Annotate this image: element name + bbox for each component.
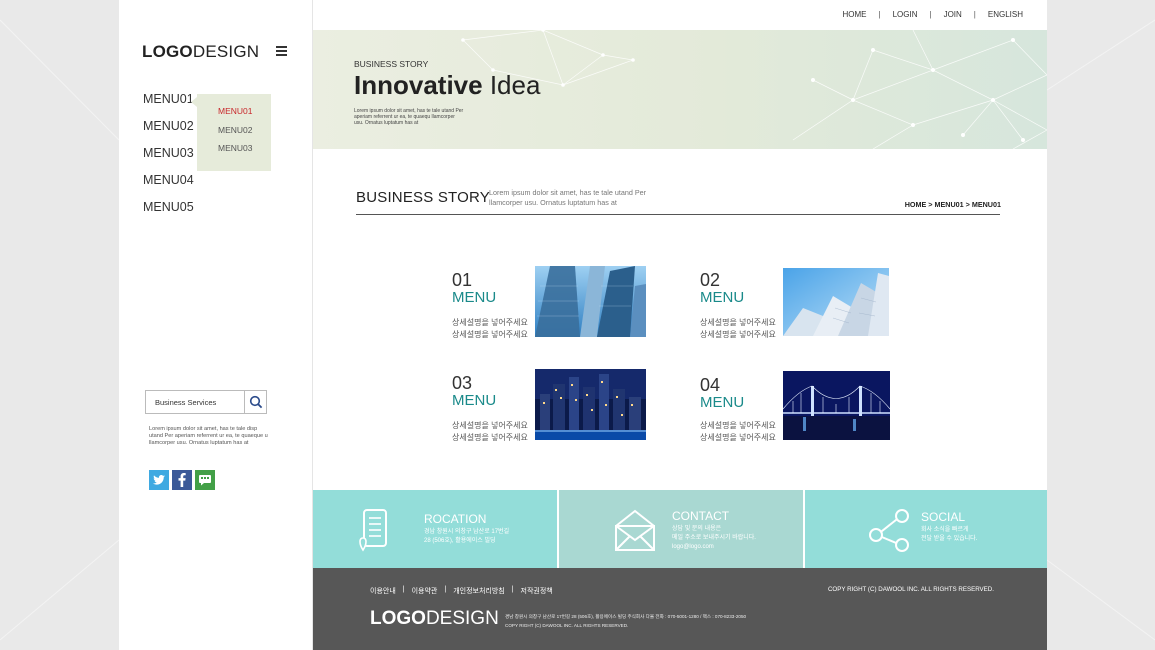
menu-card-2[interactable]: 02 MENU 상세설명을 넣어주세요 상세설명을 넣어주세요 (700, 266, 896, 342)
menu-item-4[interactable]: MENU04 (143, 173, 194, 200)
apartment-towers-photo (783, 268, 889, 336)
footer-link-copyright[interactable]: 저작권정책 (521, 586, 553, 596)
hero-title-light: Idea (482, 70, 541, 100)
info-text: 경남 창원시 의창구 남산로 17번길 28 (506호), 활용에이스 빌딩 (424, 529, 510, 544)
info-box-location[interactable]: ROCATION 경남 창원시 의창구 남산로 17번길 28 (506호), … (313, 490, 557, 568)
location-document-icon (359, 509, 387, 552)
nav-english-link[interactable]: ENGLISH (988, 10, 1023, 19)
footer-address-line: 경남 창원시 의창구 남산로 17번길 28 (506호), 활용에이스 빌딩 … (505, 614, 747, 619)
nav-home-link[interactable]: HOME (843, 10, 867, 19)
facebook-icon[interactable] (172, 470, 192, 490)
skyscrapers-up-photo (535, 266, 646, 337)
footer-logo-bold: LOGO (370, 608, 426, 629)
logo-bold: LOGO (142, 42, 193, 61)
search-button[interactable] (245, 390, 267, 414)
sidebar: LOGODESIGN MENU01 MENU02 MENU03 MENU04 M… (119, 0, 313, 650)
hamburger-menu-icon[interactable] (276, 46, 287, 56)
card-desc-line2: 상세설명을 넣어주세요 (700, 330, 776, 339)
menu-card-4[interactable]: 04 MENU 상세설명을 넣어주세요 상세설명을 넣어주세요 (700, 371, 896, 447)
footer-separator: | (402, 586, 405, 593)
hero-banner: BUSINESS STORY Innovative Idea Lorem ips… (313, 30, 1047, 149)
card-desc-line1: 상세설명을 넣어주세요 (700, 421, 776, 430)
menu-item-1[interactable]: MENU01 (143, 92, 194, 119)
card-number: 01 (452, 270, 473, 290)
footer-copyright: COPY RIGHT (C) DAWOOL INC. ALL RIGHTS RE… (827, 586, 994, 593)
card-desc-line2: 상세설명을 넣어주세요 (700, 433, 776, 442)
footer-separator: | (444, 586, 447, 593)
card-desc-line1: 상세설명을 넣어주세요 (452, 421, 528, 430)
section-title: BUSINESS STORY (356, 189, 490, 206)
nav-login-link[interactable]: LOGIN (893, 10, 918, 19)
menu-card-3[interactable]: 03 MENU 상세설명을 넣어주세요 상세설명을 넣어주세요 (452, 369, 648, 445)
card-desc-line2: 상세설명을 넣어주세요 (452, 330, 528, 339)
hero-title: Innovative Idea (354, 70, 540, 101)
envelope-icon (615, 509, 655, 551)
footer-links: 이용안내 | 이용약관 | 개인정보처리방침 | 저작권정책 (370, 586, 553, 596)
search-icon (249, 395, 262, 409)
top-nav: HOME | LOGIN | JOIN | ENGLISH (843, 10, 1024, 19)
share-icon (869, 509, 909, 552)
info-title: ROCATION (424, 512, 487, 526)
nav-separator: | (929, 10, 932, 19)
logo-light: DESIGN (192, 42, 260, 61)
card-label: MENU (452, 289, 497, 306)
info-box-social[interactable]: SOCIAL 회사 소식을 빠르게 전달 받을 수 있습니다. (805, 490, 1047, 568)
talk-chat-icon[interactable] (195, 470, 215, 490)
card-label: MENU (700, 394, 745, 411)
menu-item-2[interactable]: MENU02 (143, 119, 194, 146)
page-sheet: HOME | LOGIN | JOIN | ENGLISH LOGODESIGN… (119, 0, 1047, 650)
footer-logo[interactable]: LOGODESIGN (370, 608, 499, 630)
card-number: 04 (700, 375, 721, 395)
card-label: MENU (452, 392, 497, 409)
nav-join-link[interactable]: JOIN (944, 10, 962, 19)
footer-link-guide[interactable]: 이용안내 (370, 586, 396, 596)
info-title: SOCIAL (921, 510, 966, 524)
footer-address: 경남 창원시 의창구 남산로 17번길 28 (506호), 활용에이스 빌딩 … (505, 612, 746, 630)
submenu-panel: MENU01 MENU02 MENU03 (191, 94, 271, 171)
hero-title-bold: Innovative (354, 70, 483, 100)
footer-separator: | (511, 586, 514, 593)
info-title: CONTACT (672, 509, 730, 523)
site-logo[interactable]: LOGODESIGN (142, 42, 259, 62)
twitter-icon[interactable] (149, 470, 169, 490)
hero-kicker: BUSINESS STORY (354, 59, 429, 69)
submenu-item-2[interactable]: MENU02 (218, 125, 271, 144)
sidebar-description: Lorem ipsum dolor sit amet, has te tale … (149, 426, 268, 446)
card-number: 03 (452, 373, 473, 393)
info-text: 회사 소식을 빠르게 전달 받을 수 있습니다. (921, 527, 978, 542)
card-label: MENU (700, 289, 745, 306)
bridge-night-photo (783, 371, 890, 440)
night-city-photo (535, 369, 646, 440)
section-divider (356, 214, 1000, 215)
footer-copyright-small: COPY RIGHT (C) DAWOOL INC. ALL RIGHTS RE… (505, 623, 629, 628)
footer: 이용안내 | 이용약관 | 개인정보처리방침 | 저작권정책 COPY RIGH… (313, 568, 1047, 650)
info-box-contact[interactable]: CONTACT 상담 및 문의 내용은 메일 주소로 보내주시기 바랍니다. l… (559, 490, 803, 568)
submenu-item-1[interactable]: MENU01 (218, 106, 271, 125)
social-icons (149, 470, 215, 490)
hero-description: Lorem ipsum dolor sit amet, has te tale … (354, 108, 464, 126)
section-description: Lorem ipsum dolor sit amet, has te tale … (489, 188, 647, 207)
nav-separator: | (973, 10, 976, 19)
info-text: 상담 및 문의 내용은 메일 주소로 보내주시기 바랍니다. logo@logo… (672, 526, 756, 550)
submenu-item-3[interactable]: MENU03 (218, 143, 271, 162)
card-desc-line1: 상세설명을 넣어주세요 (700, 318, 776, 327)
card-desc-line2: 상세설명을 넣어주세요 (452, 433, 528, 442)
main-menu: MENU01 MENU02 MENU03 MENU04 MENU05 (143, 92, 194, 227)
search-box (145, 390, 267, 414)
card-number: 02 (700, 270, 721, 290)
menu-card-1[interactable]: 01 MENU 상세설명을 넣어주세요 상세설명을 넣어주세요 (452, 266, 648, 342)
menu-item-5[interactable]: MENU05 (143, 200, 194, 227)
menu-item-3[interactable]: MENU03 (143, 146, 194, 173)
breadcrumb[interactable]: HOME > MENU01 > MENU01 (905, 200, 1001, 209)
card-desc-line1: 상세설명을 넣어주세요 (452, 318, 528, 327)
footer-link-terms[interactable]: 이용약관 (412, 586, 438, 596)
search-input[interactable] (145, 390, 245, 414)
footer-link-privacy[interactable]: 개인정보처리방침 (453, 586, 505, 596)
nav-separator: | (878, 10, 881, 19)
footer-logo-light: DESIGN (425, 608, 499, 629)
